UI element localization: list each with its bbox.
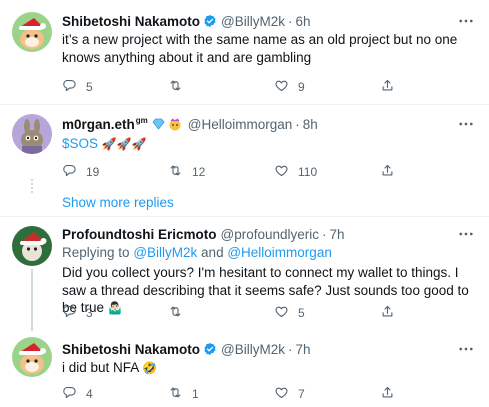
- tweet-1[interactable]: Shibetoshi Nakamoto @BillyM2k · 6h it’s …: [0, 0, 489, 100]
- tweet-header: Profoundtoshi Ericmoto @profoundlyeric ·…: [62, 225, 345, 243]
- like-button[interactable]: 7: [274, 385, 305, 403]
- mention-link[interactable]: @Helloimmorgan: [227, 245, 332, 260]
- timestamp[interactable]: 7h: [330, 227, 345, 242]
- share-icon: [380, 163, 395, 181]
- diamond-emoji-icon: [152, 118, 165, 130]
- display-name[interactable]: Shibetoshi Nakamoto: [62, 342, 200, 357]
- replying-and: and: [201, 245, 224, 260]
- tweet-text-content: i did but NFA: [62, 360, 139, 375]
- user-handle[interactable]: @Helloimmorgan: [188, 117, 293, 132]
- like-count: 5: [298, 306, 305, 320]
- like-button[interactable]: 5: [274, 304, 305, 322]
- share-icon: [380, 385, 395, 403]
- separator-dot: ·: [322, 226, 327, 242]
- retweet-button[interactable]: [168, 78, 183, 96]
- more-icon[interactable]: [457, 12, 475, 30]
- like-count: 110: [298, 165, 318, 179]
- reply-icon: [62, 304, 77, 322]
- cashtag-link[interactable]: $SOS: [62, 136, 98, 151]
- verified-badge-icon: [203, 342, 217, 356]
- share-button[interactable]: [380, 78, 395, 96]
- timestamp[interactable]: 6h: [296, 14, 311, 29]
- more-icon[interactable]: [457, 340, 475, 358]
- mention-link[interactable]: @BillyM2k: [133, 245, 197, 260]
- retweet-button[interactable]: [168, 304, 183, 322]
- separator-dot: ·: [288, 341, 293, 357]
- display-name[interactable]: Profoundtoshi Ericmoto: [62, 227, 217, 242]
- share-button[interactable]: [380, 385, 395, 403]
- reply-icon: [62, 78, 77, 96]
- tweet-actions: 3 5: [62, 304, 472, 322]
- like-icon: [274, 385, 289, 403]
- thread-connector-dots: [31, 179, 33, 195]
- like-count: 9: [298, 80, 305, 94]
- retweet-button[interactable]: 1: [168, 385, 199, 403]
- share-button[interactable]: [380, 163, 395, 181]
- reply-button[interactable]: 4: [62, 385, 93, 403]
- avatar[interactable]: [12, 12, 52, 52]
- tweet-text: $SOS 🚀🚀🚀: [62, 135, 477, 154]
- avatar[interactable]: [12, 114, 52, 154]
- retweet-icon: [168, 78, 183, 96]
- share-icon: [380, 78, 395, 96]
- tweet-header: Shibetoshi Nakamoto @BillyM2k · 6h: [62, 12, 311, 30]
- like-icon: [274, 304, 289, 322]
- tweet-4[interactable]: Shibetoshi Nakamoto @BillyM2k · 7h i did…: [0, 331, 489, 407]
- share-icon: [380, 304, 395, 322]
- tweet-2[interactable]: m0rgan.eth gm @Helloimmorgan · 8h $SOS 🚀…: [0, 105, 489, 215]
- user-handle[interactable]: @BillyM2k: [221, 342, 285, 357]
- reply-button[interactable]: 5: [62, 78, 93, 96]
- more-icon[interactable]: [457, 115, 475, 133]
- replying-to: Replying to @BillyM2k and @Helloimmorgan: [62, 244, 477, 262]
- retweet-icon: [168, 385, 183, 403]
- tweet-actions: 5 9: [62, 78, 472, 96]
- rocket-emoji: 🚀🚀🚀: [101, 137, 147, 151]
- thread-connector-line: [31, 269, 33, 331]
- like-count: 7: [298, 387, 305, 401]
- display-name[interactable]: m0rgan.eth: [62, 117, 135, 132]
- reply-button[interactable]: 3: [62, 304, 93, 322]
- retweet-button[interactable]: 12: [168, 163, 205, 181]
- user-handle[interactable]: @profoundlyeric: [221, 227, 320, 242]
- replying-to-label: Replying to: [62, 245, 130, 260]
- reply-count: 3: [86, 306, 93, 320]
- crowned-face-emoji-icon: [168, 117, 182, 131]
- reply-count: 4: [86, 387, 93, 401]
- show-more-replies-link[interactable]: Show more replies: [62, 195, 174, 210]
- user-handle[interactable]: @BillyM2k: [221, 14, 285, 29]
- avatar[interactable]: [12, 226, 52, 266]
- verified-badge-icon: [203, 14, 217, 28]
- avatar[interactable]: [12, 337, 52, 377]
- retweet-icon: [168, 163, 183, 181]
- tweet-3[interactable]: Profoundtoshi Ericmoto @profoundlyeric ·…: [0, 217, 489, 331]
- more-icon[interactable]: [457, 225, 475, 243]
- display-name-suffix: gm: [135, 115, 148, 125]
- reply-count: 19: [86, 165, 100, 179]
- tweet-actions: 19 12 110: [62, 163, 472, 181]
- separator-dot: ·: [295, 116, 300, 132]
- timestamp[interactable]: 8h: [303, 117, 318, 132]
- share-button[interactable]: [380, 304, 395, 322]
- display-name[interactable]: Shibetoshi Nakamoto: [62, 14, 200, 29]
- tweet-header: Shibetoshi Nakamoto @BillyM2k · 7h: [62, 340, 311, 358]
- separator-dot: ·: [288, 13, 293, 29]
- retweet-count: 1: [192, 387, 199, 401]
- timestamp[interactable]: 7h: [296, 342, 311, 357]
- tweet-text: i did but NFA 🤣: [62, 359, 477, 378]
- like-button[interactable]: 9: [274, 78, 305, 96]
- reply-icon: [62, 385, 77, 403]
- like-button[interactable]: 110: [274, 163, 317, 181]
- like-icon: [274, 163, 289, 181]
- like-icon: [274, 78, 289, 96]
- tweet-actions: 4 1 7: [62, 385, 472, 403]
- reply-count: 5: [86, 80, 93, 94]
- tweet-header: m0rgan.eth gm @Helloimmorgan · 8h: [62, 115, 318, 133]
- retweet-icon: [168, 304, 183, 322]
- retweet-count: 12: [192, 165, 206, 179]
- tweet-text: it’s a new project with the same name as…: [62, 32, 458, 65]
- laughing-emoji: 🤣: [142, 361, 158, 375]
- reply-button[interactable]: 19: [62, 163, 99, 181]
- reply-icon: [62, 163, 77, 181]
